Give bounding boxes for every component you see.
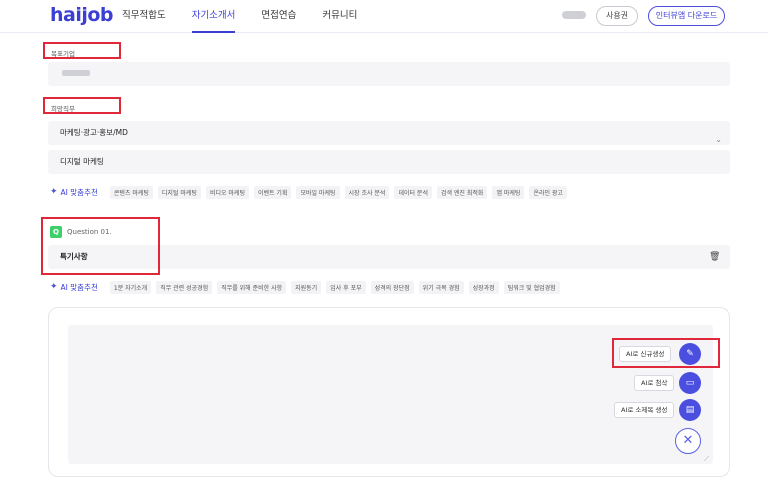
question-chip[interactable]: 직무 관련 성공경험 [156,280,213,294]
nav-community[interactable]: 커뮤니티 [322,0,357,33]
magic-wand-icon[interactable]: ✎ [679,343,701,365]
job-chip[interactable]: 비디오 마케팅 [205,185,249,199]
logo[interactable]: haijob [50,4,114,26]
job-chip[interactable]: 앱 마케팅 [492,185,525,199]
ai-new-label[interactable]: AI로 신규생성 [619,346,672,362]
job-chip[interactable]: 온라인 광고 [529,185,567,199]
chevron-down-icon: ⌄ [715,135,722,144]
main-nav: 직무적합도 자기소개서 면접연습 커뮤니티 [122,0,383,33]
question-chip[interactable]: 1분 자기소개 [109,280,152,294]
trash-icon[interactable]: 🗑 [709,252,720,262]
subtitle-doc-icon[interactable]: ▤ [679,399,701,421]
highlight-company-label [43,42,121,59]
question-chip[interactable]: 입사 후 포부 [326,280,366,294]
edit-doc-icon[interactable]: ▭ [679,372,701,394]
question-chip[interactable]: 성장과정 [468,280,499,294]
sparkle-icon: ✦ [50,282,58,292]
question-chip[interactable]: 팀워크 및 협업경험 [503,280,560,294]
question-chip[interactable]: 성격의 장단점 [370,280,414,294]
company-field[interactable] [48,62,730,86]
job-chip[interactable]: 디지털 마케팅 [157,185,201,199]
job-chip[interactable]: 이벤트 기획 [253,185,292,199]
nav-job-fit[interactable]: 직무적합도 [122,0,166,33]
close-icon[interactable]: ✕ [675,428,701,454]
resize-handle-icon[interactable]: ⟋ [704,455,709,464]
question-chip[interactable]: 지원동기 [291,280,322,294]
ai-recommend-label: ✦ AI 맞춤추천 [50,282,98,292]
sparkle-icon: ✦ [50,187,58,197]
coupon-button[interactable]: 사용권 [596,6,638,26]
highlight-question [41,217,160,275]
job-chip[interactable]: 콘텐츠 마케팅 [109,185,153,199]
ai-recommend-label: ✦ AI 맞춤추천 [50,187,98,197]
question-ai-recommend-row: ✦ AI 맞춤추천 1분 자기소개 직무 관련 성공경험 직무를 위해 준비한 … [50,280,565,294]
download-app-button[interactable]: 인터뷰앱 다운로드 [648,6,725,26]
job-detail-value: 디지털 마케팅 [60,157,104,166]
job-chip[interactable]: 모바일 마케팅 [296,185,340,199]
question-chip[interactable]: 직무를 위해 준비한 사항 [217,280,287,294]
job-ai-recommend-row: ✦ AI 맞춤추천 콘텐츠 마케팅 디지털 마케팅 비디오 마케팅 이벤트 기획… [50,185,572,199]
job-chip[interactable]: 데이터 분석 [394,185,432,199]
top-header: haijob 직무적합도 자기소개서 면접연습 커뮤니티 사용권 인터뷰앱 다운… [0,0,768,33]
question-chip[interactable]: 위기 극복 경험 [418,280,464,294]
nav-interview[interactable]: 면접연습 [261,0,296,33]
company-value-blurred [62,70,90,76]
ai-subtitle-label[interactable]: AI로 소제목 생성 [614,402,675,418]
job-category-select[interactable]: 마케팅·광고·홍보/MD ⌄ [48,121,730,145]
highlight-job-label [43,97,121,114]
job-chip[interactable]: 검색 엔진 최적화 [436,185,488,199]
nav-cover-letter[interactable]: 자기소개서 [191,0,235,33]
user-name-blurred [562,11,586,19]
job-chip[interactable]: 시장 조사 분석 [344,185,390,199]
job-detail-field[interactable]: 디지털 마케팅 [48,150,730,174]
ai-edit-label[interactable]: AI로 첨삭 [634,375,675,391]
job-category-value: 마케팅·광고·홍보/MD [60,128,128,137]
